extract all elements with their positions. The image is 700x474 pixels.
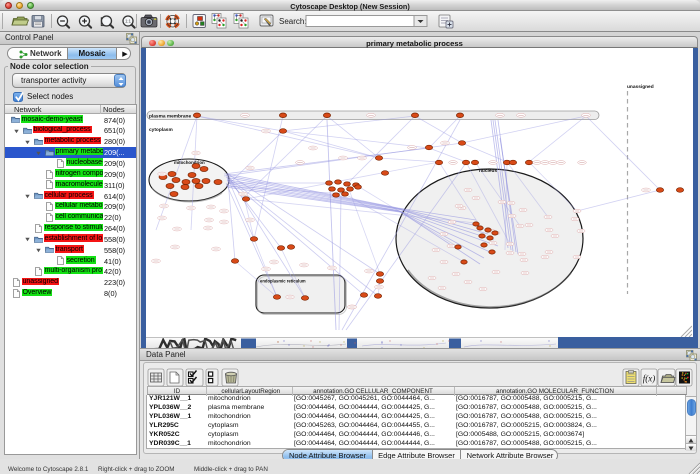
- svg-text:mitochondrion: mitochondrion: [174, 160, 205, 165]
- svg-text:Search:: Search:: [279, 17, 307, 26]
- svg-text:1:1: 1:1: [125, 19, 131, 24]
- svg-text:nucleus: nucleus: [479, 168, 497, 174]
- svg-text:endoplasmic reticulum: endoplasmic reticulum: [260, 279, 306, 284]
- svg-text:f(x): f(x): [643, 374, 656, 384]
- svg-text:unassigned: unassigned: [627, 84, 654, 90]
- svg-text:plasma membrane: plasma membrane: [149, 114, 191, 120]
- svg-text:cytoplasm: cytoplasm: [149, 127, 173, 133]
